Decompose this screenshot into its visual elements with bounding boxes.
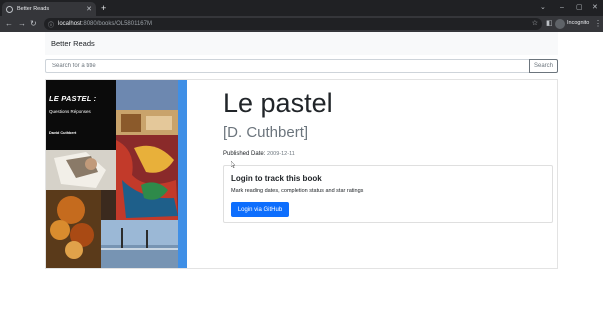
page-content: Better Reads Search for a title Search L…	[0, 32, 603, 325]
mouse-cursor-icon	[231, 161, 235, 168]
login-card-text: Mark reading dates, completion status an…	[231, 188, 364, 194]
incognito-avatar-icon[interactable]	[555, 19, 565, 29]
back-icon[interactable]: ←	[5, 19, 13, 29]
published-date-value: 2009-12-11	[267, 151, 295, 157]
incognito-label: Incognito	[567, 20, 590, 26]
url-host: localhost	[58, 21, 82, 27]
search-button[interactable]: Search	[529, 59, 558, 73]
url-path: :8080/books/OL5801167M	[81, 21, 152, 27]
close-window-icon[interactable]: ✕	[592, 3, 598, 12]
search-input[interactable]	[45, 59, 530, 73]
app-navbar: Better Reads	[45, 32, 558, 55]
info-icon[interactable]: ⓘ	[48, 20, 54, 29]
reload-icon[interactable]: ↻	[30, 19, 37, 29]
forward-icon[interactable]: →	[18, 19, 26, 29]
book-author: [D. Cuthbert]	[223, 124, 309, 141]
book-title: Le pastel	[223, 88, 333, 118]
book-card: LE PASTEL : Questions Réponses David Cut…	[45, 79, 558, 269]
cover-title-text: LE PASTEL :	[49, 94, 97, 103]
published-date: Published Date: 2009-12-11	[223, 151, 295, 157]
close-tab-icon[interactable]: ✕	[86, 6, 92, 13]
cover-author-text: David Cuthbert	[49, 131, 77, 135]
login-card: Login to track this book Mark reading da…	[223, 165, 553, 223]
browser-toolbar: ← → ↻ ⓘ localhost:8080/books/OL5801167M …	[0, 16, 603, 32]
side-panel-icon[interactable]: ◧	[546, 19, 553, 29]
book-cover-image: LE PASTEL : Questions Réponses David Cut…	[46, 80, 187, 268]
chevron-down-icon[interactable]: ⌄	[540, 3, 546, 12]
published-date-label: Published Date:	[223, 151, 266, 157]
browser-menu-icon[interactable]: ⋮	[594, 19, 602, 29]
login-github-button[interactable]: Login via GitHub	[231, 202, 289, 217]
globe-icon	[6, 5, 13, 13]
new-tab-icon[interactable]: +	[101, 3, 106, 13]
cover-subtitle-text: Questions Réponses	[49, 109, 91, 114]
brand-link[interactable]: Better Reads	[51, 39, 95, 48]
bookmark-star-icon[interactable]: ☆	[532, 19, 538, 27]
browser-tab-strip: Better Reads ✕ + ⌄ – ▢ ✕	[0, 0, 603, 16]
address-bar[interactable]: ⓘ localhost:8080/books/OL5801167M ☆	[44, 18, 542, 30]
browser-tab[interactable]: Better Reads ✕	[2, 2, 96, 16]
login-card-title: Login to track this book	[231, 174, 322, 183]
minimize-icon[interactable]: –	[560, 3, 564, 12]
maximize-icon[interactable]: ▢	[576, 3, 583, 12]
tab-title: Better Reads	[17, 6, 50, 12]
